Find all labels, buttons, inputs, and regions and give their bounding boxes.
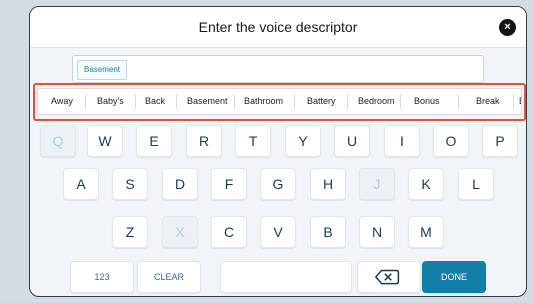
- suggestion-break[interactable]: Break: [476, 89, 500, 114]
- descriptor-chip[interactable]: Basement: [77, 60, 128, 80]
- suggestion-bathroom[interactable]: Bathroom: [244, 89, 283, 114]
- key-a[interactable]: A: [63, 168, 99, 200]
- key-y[interactable]: Y: [285, 125, 321, 157]
- close-icon: ×: [504, 21, 511, 33]
- suggestion-partial[interactable]: B: [519, 89, 521, 114]
- descriptor-input[interactable]: Basement: [72, 55, 484, 83]
- dialog-header: Enter the voice descriptor ×: [30, 7, 526, 48]
- key-z[interactable]: Z: [112, 216, 148, 248]
- key-g[interactable]: G: [260, 168, 296, 200]
- suggestion-divider: [135, 94, 136, 109]
- key-d[interactable]: D: [162, 168, 198, 200]
- suggestion-divider: [234, 94, 235, 109]
- close-button[interactable]: ×: [499, 19, 516, 36]
- key-q: Q: [40, 125, 76, 157]
- key-t[interactable]: T: [235, 125, 271, 157]
- suggestion-battery[interactable]: Battery: [307, 89, 336, 114]
- suggestion-divider: [85, 94, 86, 109]
- suggestion-away[interactable]: Away: [51, 89, 73, 114]
- dialog-title: Enter the voice descriptor: [198, 19, 358, 35]
- key-v[interactable]: V: [260, 216, 296, 248]
- suggestion-divider: [458, 94, 459, 109]
- key-r[interactable]: R: [186, 125, 222, 157]
- key-c[interactable]: C: [211, 216, 247, 248]
- suggestion-bonus[interactable]: Bonus: [414, 89, 440, 114]
- numbers-button[interactable]: 123: [70, 261, 134, 293]
- key-o[interactable]: O: [433, 125, 469, 157]
- key-k[interactable]: K: [408, 168, 444, 200]
- key-e[interactable]: E: [136, 125, 172, 157]
- suggestion-divider: [513, 94, 514, 109]
- key-l[interactable]: L: [458, 168, 494, 200]
- suggestion-divider: [400, 94, 401, 109]
- space-key[interactable]: [220, 261, 352, 293]
- backspace-icon: [375, 269, 400, 285]
- key-w[interactable]: W: [87, 125, 123, 157]
- done-button[interactable]: DONE: [422, 261, 486, 293]
- key-u[interactable]: U: [334, 125, 370, 157]
- voice-descriptor-dialog: Enter the voice descriptor × Basement Aw…: [29, 6, 527, 297]
- suggestion-babys[interactable]: Baby's: [97, 89, 124, 114]
- key-j: J: [359, 168, 395, 200]
- suggestion-divider: [347, 94, 348, 109]
- key-x: X: [162, 216, 198, 248]
- key-p[interactable]: P: [482, 125, 518, 157]
- key-f[interactable]: F: [211, 168, 247, 200]
- key-h[interactable]: H: [310, 168, 346, 200]
- key-m[interactable]: M: [408, 216, 444, 248]
- suggestion-back[interactable]: Back: [145, 89, 165, 114]
- key-s[interactable]: S: [112, 168, 148, 200]
- key-n[interactable]: N: [359, 216, 395, 248]
- suggestion-basement[interactable]: Basement: [187, 89, 228, 114]
- suggestion-divider: [176, 94, 177, 109]
- suggestion-divider: [294, 94, 295, 109]
- suggestion-bedroom[interactable]: Bedroom: [358, 89, 395, 114]
- suggestion-bar: Away Baby's Back Basement Bathroom Batte…: [37, 88, 522, 115]
- key-i[interactable]: I: [384, 125, 420, 157]
- key-b[interactable]: B: [310, 216, 346, 248]
- backspace-button[interactable]: [357, 261, 421, 293]
- clear-button[interactable]: CLEAR: [137, 261, 201, 293]
